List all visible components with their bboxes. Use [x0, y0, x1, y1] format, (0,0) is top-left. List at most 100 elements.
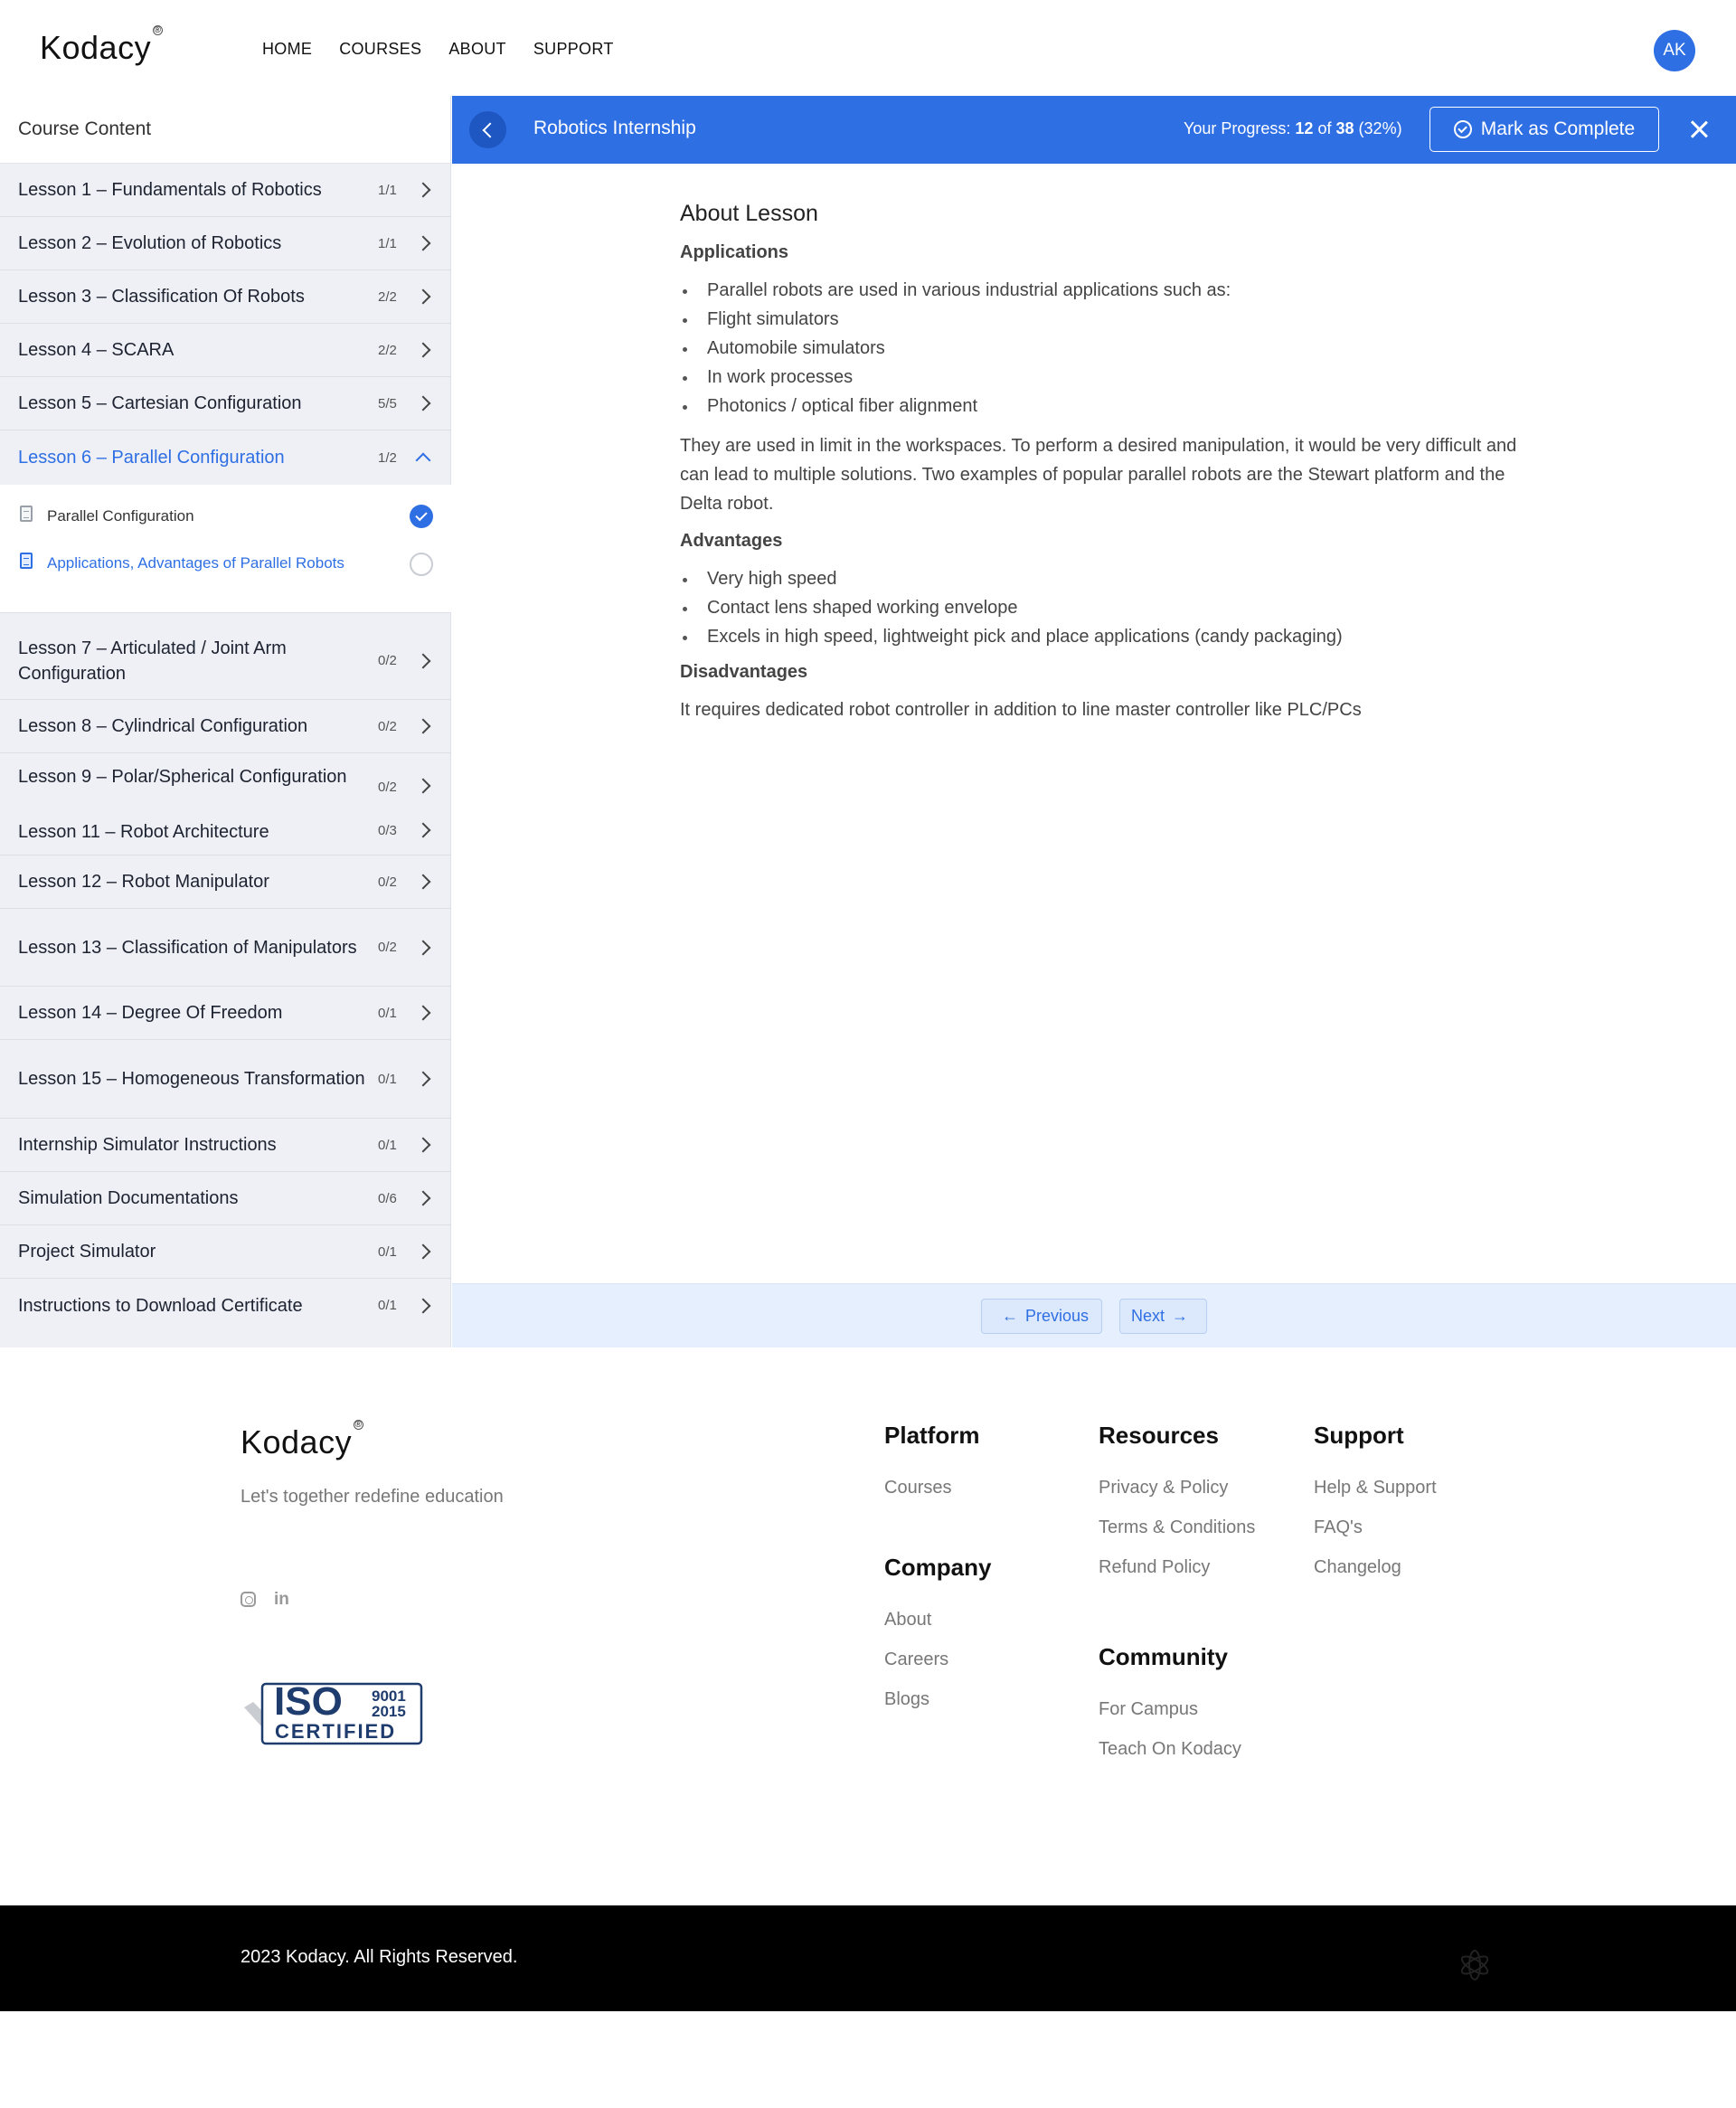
course-title: Robotics Internship [533, 118, 696, 138]
chevron-right-icon [415, 1190, 431, 1206]
back-chevron-icon[interactable] [469, 111, 506, 148]
sub-item-applications-current[interactable]: Applications, Advantages of Parallel Rob… [20, 551, 345, 576]
footer-link-refund[interactable]: Refund Policy [1099, 1557, 1255, 1578]
nav-home-link[interactable]: HOME [262, 40, 312, 59]
lesson-item[interactable]: Lesson 7 – Articulated / Joint Arm Confi… [0, 622, 451, 700]
list-item: Excels in high speed, lightweight pick a… [680, 622, 1521, 651]
progress-done: 12 [1295, 119, 1314, 137]
footer-logo[interactable]: Kodacy ® [241, 1420, 364, 1461]
footer-link-help[interactable]: Help & Support [1314, 1478, 1437, 1498]
lesson-item[interactable]: Lesson 12 – Robot Manipulator 0/2 [0, 855, 451, 909]
lesson-title: Instructions to Download Certificate [18, 1295, 303, 1316]
footer-link-faq[interactable]: FAQ's [1314, 1517, 1437, 1538]
footer-heading: Company [884, 1554, 992, 1581]
site-footer: Kodacy ® Let's together redefine educatio… [0, 1347, 1736, 1905]
lesson-item[interactable]: Lesson 11 – Robot Architecture 0/3 [0, 819, 451, 855]
lesson-count: 0/6 [378, 1190, 397, 1206]
lesson-item[interactable]: Lesson 3 – Classification Of Robots 2/2 [0, 270, 451, 324]
footer-link-careers[interactable]: Careers [884, 1650, 991, 1670]
close-icon[interactable] [1689, 119, 1709, 139]
footer-column-company: Company About Careers Blogs [884, 1554, 991, 1729]
lesson-title: Lesson 1 – Fundamentals of Robotics [18, 180, 322, 200]
nav-support-link[interactable]: SUPPORT [533, 40, 614, 59]
copyright-bar: 2023 Kodacy. All Rights Reserved. [0, 1905, 1736, 2011]
footer-logo-text: Kodacy [241, 1423, 353, 1460]
sidebar-title: Course Content [0, 96, 450, 164]
footer-link-terms[interactable]: Terms & Conditions [1099, 1517, 1255, 1538]
lesson-item-active[interactable]: Lesson 6 – Parallel Configuration 1/2 [0, 430, 451, 485]
sub-item-title: Applications, Advantages of Parallel Rob… [47, 554, 344, 572]
lesson-count: 2/2 [378, 342, 397, 358]
chevron-right-icon [415, 1298, 431, 1313]
brand-logo-text: Kodacy [40, 29, 152, 66]
linkedin-icon[interactable]: in [274, 1591, 289, 1608]
next-button[interactable]: Next → [1119, 1299, 1207, 1334]
lesson-item[interactable]: Project Simulator 0/1 [0, 1225, 451, 1279]
lesson-item[interactable]: Lesson 5 – Cartesian Configuration 5/5 [0, 377, 451, 430]
mark-as-complete-button[interactable]: Mark as Complete [1429, 107, 1659, 152]
footer-column-community: Community For Campus Teach On Kodacy [1099, 1643, 1241, 1779]
list-item: Very high speed [680, 564, 1521, 593]
lesson-count: 0/3 [378, 823, 397, 838]
list-item: Parallel robots are used in various indu… [680, 276, 1521, 305]
lesson-item[interactable]: Lesson 4 – SCARA 2/2 [0, 324, 451, 377]
lesson-item[interactable]: Lesson 8 – Cylindrical Configuration 0/2 [0, 700, 451, 753]
lesson-item[interactable]: Lesson 13 – Classification of Manipulato… [0, 909, 451, 987]
footer-link-teach[interactable]: Teach On Kodacy [1099, 1739, 1241, 1760]
advantages-heading: Advantages [680, 531, 783, 551]
list-item: Contact lens shaped working envelope [680, 593, 1521, 622]
list-item: Photonics / optical fiber alignment [680, 392, 1521, 421]
footer-link-about[interactable]: About [884, 1610, 991, 1631]
footer-link-courses[interactable]: Courses [884, 1478, 979, 1498]
lesson-item[interactable]: Lesson 1 – Fundamentals of Robotics 1/1 [0, 164, 451, 217]
chevron-right-icon [415, 1071, 431, 1087]
footer-link-blogs[interactable]: Blogs [884, 1689, 991, 1710]
lesson-title: Lesson 13 – Classification of Manipulato… [18, 937, 357, 958]
disadvantages-text: It requires dedicated robot controller i… [680, 700, 1362, 720]
chevron-right-icon [415, 288, 431, 305]
incomplete-circle-icon[interactable] [410, 553, 433, 576]
nav-about-link[interactable]: ABOUT [448, 40, 506, 59]
course-content-sidebar: Course Content Lesson 1 – Fundamentals o… [0, 96, 451, 1347]
nav-courses-link[interactable]: COURSES [339, 40, 421, 59]
decorative-snowflake-icon [1460, 1950, 1489, 1980]
top-navigation: Kodacy ® HOME COURSES ABOUT SUPPORT AK [0, 0, 1736, 96]
footer-link-for-campus[interactable]: For Campus [1099, 1699, 1241, 1720]
lesson-item[interactable]: Internship Simulator Instructions 0/1 [0, 1119, 451, 1172]
chevron-right-icon [415, 342, 431, 358]
lesson-count: 0/2 [378, 940, 397, 955]
lesson-count: 2/2 [378, 288, 397, 305]
lesson-item[interactable]: Lesson 9 – Polar/Spherical Configuration… [0, 753, 451, 819]
course-header-bar: Robotics Internship Your Progress: 12 of… [452, 96, 1736, 164]
brand-logo[interactable]: Kodacy ® [40, 25, 164, 67]
lesson-count: 1/1 [378, 235, 397, 251]
sub-item-parallel-configuration[interactable]: Parallel Configuration [20, 504, 345, 529]
chevron-right-icon [415, 822, 431, 838]
footer-link-privacy[interactable]: Privacy & Policy [1099, 1478, 1255, 1498]
progress-label: Your Progress: [1184, 119, 1291, 137]
previous-label: Previous [1024, 1307, 1090, 1325]
lesson-count: 0/2 [378, 653, 397, 668]
footer-link-changelog[interactable]: Changelog [1314, 1557, 1437, 1578]
instagram-icon[interactable] [241, 1592, 256, 1607]
list-item: Automobile simulators [680, 334, 1521, 363]
copyright-text: 2023 Kodacy. All Rights Reserved. [241, 1947, 518, 1967]
lesson-item[interactable]: Lesson 2 – Evolution of Robotics 1/1 [0, 217, 451, 270]
user-avatar[interactable]: AK [1654, 30, 1695, 71]
registered-mark: ® [153, 25, 164, 35]
disadvantages-heading: Disadvantages [680, 662, 808, 682]
lesson-item[interactable]: Instructions to Download Certificate 0/1 [0, 1279, 451, 1332]
lesson-item[interactable]: Simulation Documentations 0/6 [0, 1172, 451, 1225]
previous-button[interactable]: ← Previous [981, 1299, 1102, 1334]
next-label: Next [1130, 1307, 1165, 1325]
lesson-count: 1/1 [378, 182, 397, 198]
progress-of: of [1317, 119, 1332, 137]
lesson-item[interactable]: Lesson 15 – Homogeneous Transformation 0/… [0, 1040, 451, 1119]
footer-heading: Platform [884, 1422, 980, 1449]
iso-number-2015: 2015 [372, 1703, 406, 1720]
document-icon [20, 506, 33, 522]
check-circle-icon [1453, 120, 1472, 138]
footer-column-support: Support Help & Support FAQ's Changelog [1314, 1422, 1437, 1597]
lesson-item[interactable]: Lesson 14 – Degree Of Freedom 0/1 [0, 987, 451, 1040]
lesson-count: 0/2 [378, 718, 397, 734]
